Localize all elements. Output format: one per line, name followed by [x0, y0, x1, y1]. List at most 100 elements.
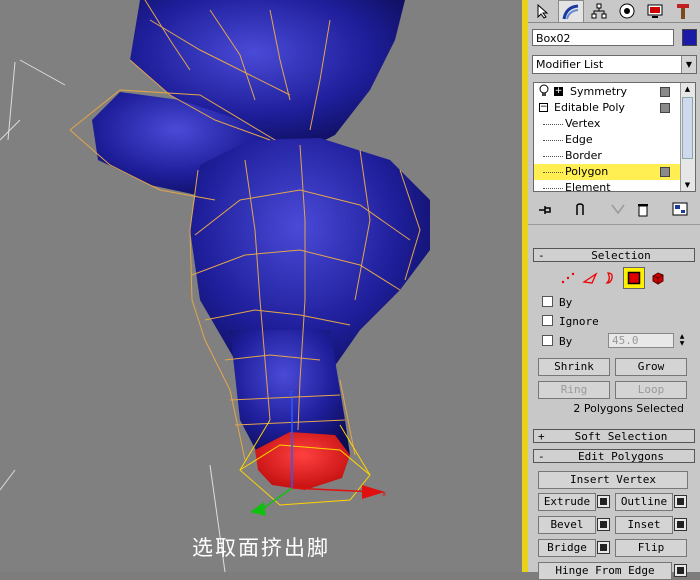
stack-item-label: Element [565, 181, 611, 192]
stack-item-toggle[interactable] [660, 87, 670, 97]
expand-plus-icon[interactable]: + [554, 87, 563, 96]
configure-modifier-sets-icon[interactable] [672, 201, 688, 221]
border-subobject-icon[interactable] [599, 267, 621, 289]
stack-item-polygon[interactable]: Polygon [534, 164, 682, 180]
mesh-render: z x [0, 0, 430, 572]
stack-scrollbar[interactable]: ▲ ▼ [680, 83, 695, 191]
command-panel-tabs [528, 0, 700, 23]
spinner-arrows-icon[interactable]: ▲ ▼ [677, 333, 687, 348]
soft-selection-rollout-header[interactable]: + Soft Selection [533, 429, 695, 443]
ignore-backfacing-label: Ignore [559, 315, 599, 328]
stack-item-vertex[interactable]: Vertex [534, 116, 682, 132]
outline-settings-icon[interactable] [674, 495, 687, 508]
stack-item-editable-poly[interactable]: − Editable Poly [534, 100, 682, 116]
modifier-list-label: Modifier List [536, 58, 604, 71]
curve-icon [562, 4, 579, 19]
tree-line [543, 188, 563, 189]
utilities-tab[interactable] [670, 0, 696, 22]
stack-item-border[interactable]: Border [534, 148, 682, 164]
collapse-minus-icon: - [538, 249, 545, 262]
display-tab[interactable] [642, 0, 668, 22]
bevel-settings-icon[interactable] [597, 518, 610, 531]
bridge-settings-icon[interactable] [597, 541, 610, 554]
perspective-viewport[interactable]: z x 选取面挤出脚 [0, 0, 522, 572]
stack-item-label: Vertex [565, 117, 601, 130]
svg-text:x: x [382, 490, 386, 498]
ring-button[interactable]: Ring [538, 381, 610, 399]
bevel-button[interactable]: Bevel [538, 516, 596, 534]
insert-vertex-button[interactable]: Insert Vertex [538, 471, 688, 489]
motion-tab[interactable] [614, 0, 640, 22]
collapse-minus-icon: - [538, 450, 545, 463]
tree-line [543, 156, 563, 157]
edit-polygons-rollout-header[interactable]: - Edit Polygons [533, 449, 695, 463]
rollout-title: Soft Selection [574, 430, 668, 443]
stack-item-label: Border [565, 149, 602, 162]
by-vertex-checkbox[interactable] [542, 296, 553, 307]
angle-spinner-field[interactable]: 45.0 [608, 333, 674, 348]
remove-modifier-icon[interactable] [637, 202, 649, 221]
selection-status: 2 Polygons Selected [573, 402, 684, 415]
collapse-minus-icon[interactable]: − [539, 103, 548, 112]
scroll-thumb[interactable] [682, 97, 693, 159]
tree-line [543, 172, 563, 173]
command-panel: Box02 Modifier List ▼ + Symmetry − Edita… [528, 0, 700, 580]
rollout-title: Edit Polygons [577, 450, 665, 463]
tree-line [543, 124, 563, 125]
stack-item-label: Edge [565, 133, 593, 146]
stack-item-label: Editable Poly [554, 101, 625, 114]
modify-tab[interactable] [558, 0, 584, 22]
stack-item-label: Polygon [565, 165, 609, 178]
stack-item-symmetry[interactable]: + Symmetry [534, 84, 682, 100]
chevron-down-icon[interactable]: ▼ [681, 56, 696, 73]
by-angle-label: By [559, 335, 573, 348]
hierarchy-icon [591, 3, 607, 19]
object-name-field[interactable]: Box02 [532, 29, 674, 46]
loop-button[interactable]: Loop [615, 381, 687, 399]
rollout-title: Selection [591, 249, 651, 262]
by-vertex-label: By [559, 296, 573, 309]
inset-button[interactable]: Inset [615, 516, 673, 534]
inset-settings-icon[interactable] [674, 518, 687, 531]
motion-icon [619, 3, 635, 19]
pin-stack-icon[interactable] [537, 202, 553, 221]
selection-rollout-header[interactable]: - Selection [533, 248, 695, 262]
outline-button[interactable]: Outline [615, 493, 673, 511]
hammer-icon [677, 4, 689, 19]
by-angle-checkbox[interactable] [542, 335, 553, 346]
stack-item-label: Symmetry [570, 85, 628, 98]
modifier-stack[interactable]: + Symmetry − Editable Poly Vertex Edge B… [533, 82, 696, 192]
stack-item-toggle[interactable] [660, 103, 670, 113]
show-end-result-icon[interactable] [573, 202, 587, 221]
tree-line [543, 140, 563, 141]
extrude-button[interactable]: Extrude [538, 493, 596, 511]
expand-plus-icon: + [538, 430, 545, 443]
edge-subobject-icon[interactable] [579, 267, 601, 289]
hinge-from-edge-button[interactable]: Hinge From Edge [538, 562, 672, 580]
modifier-list-dropdown[interactable]: Modifier List ▼ [532, 55, 697, 74]
stack-item-edge[interactable]: Edge [534, 132, 682, 148]
polygon-subobject-icon[interactable] [623, 267, 645, 289]
stack-item-toggle[interactable] [660, 167, 670, 177]
hierarchy-tab[interactable] [586, 0, 612, 22]
stack-toolbar [528, 196, 700, 225]
svg-text:z: z [289, 389, 293, 397]
monitor-icon [647, 4, 663, 18]
extrude-settings-icon[interactable] [597, 495, 610, 508]
vertex-subobject-icon[interactable] [557, 267, 579, 289]
hinge-settings-icon[interactable] [674, 564, 687, 577]
grow-button[interactable]: Grow [615, 358, 687, 376]
create-tab[interactable] [530, 0, 556, 22]
pointer-icon [537, 3, 549, 19]
object-color-swatch[interactable] [682, 29, 697, 46]
bridge-button[interactable]: Bridge [538, 539, 596, 557]
ignore-backfacing-checkbox[interactable] [542, 315, 553, 326]
stack-item-element[interactable]: Element [534, 180, 682, 192]
shrink-button[interactable]: Shrink [538, 358, 610, 376]
element-subobject-icon[interactable] [647, 267, 669, 289]
flip-button[interactable]: Flip [615, 539, 687, 557]
scroll-down-icon[interactable]: ▼ [681, 179, 694, 191]
make-unique-icon[interactable] [610, 202, 626, 221]
scroll-up-icon[interactable]: ▲ [681, 83, 694, 95]
caption-text: 选取面挤出脚 [192, 536, 330, 560]
